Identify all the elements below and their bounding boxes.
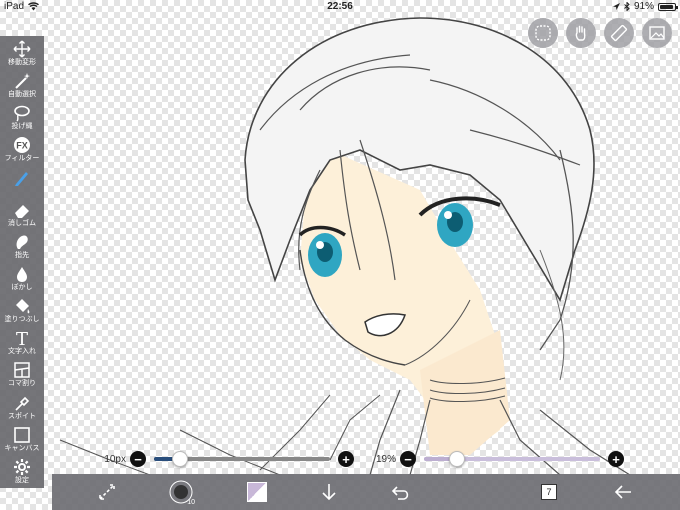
back-button[interactable]: [608, 474, 638, 510]
tool-label: ぼかし: [11, 283, 33, 291]
status-time: 22:56: [327, 1, 353, 12]
brush-preview: 10: [169, 480, 195, 506]
smudge-icon: [16, 235, 28, 249]
opacity-thumb[interactable]: [449, 451, 466, 467]
gallery-button[interactable]: [642, 18, 672, 48]
opacity-track[interactable]: [424, 451, 600, 467]
tool-label: フィルター: [4, 155, 40, 163]
status-bar: iPad 22:56 91%: [0, 0, 680, 14]
tool-move[interactable]: 移動変形: [0, 38, 44, 70]
layers-button[interactable]: 7: [534, 474, 564, 510]
bottom-toolbar: 10 7: [52, 474, 680, 510]
brush-preview-button[interactable]: 10: [166, 474, 196, 510]
gallery-icon: [649, 26, 665, 40]
tool-label: コマ割り: [8, 380, 36, 388]
tool-label: 文字入れ: [8, 348, 36, 356]
location-icon: [612, 2, 620, 10]
opacity-label: 19%: [375, 453, 396, 465]
tool-smudge[interactable]: 指先: [0, 231, 44, 263]
brush-size-plus-button[interactable]: +: [338, 451, 354, 467]
tool-blur-drop[interactable]: ぼかし: [0, 263, 44, 295]
brush-preview-value: 10: [187, 499, 195, 506]
blur-drop-icon: [17, 266, 27, 282]
brush-size-thumb[interactable]: [172, 451, 189, 467]
tool-lasso[interactable]: 投げ縄: [0, 102, 44, 134]
bluetooth-icon: [624, 2, 630, 11]
svg-text:FX: FX: [16, 141, 28, 151]
hand-button[interactable]: [566, 18, 596, 48]
tool-label: スポイト: [8, 412, 36, 420]
magic-wand-icon: [15, 73, 30, 89]
transform-button[interactable]: [92, 474, 122, 510]
pattern-icon: [535, 25, 551, 41]
color-button[interactable]: [242, 474, 272, 510]
move-icon: [13, 40, 31, 58]
tool-eraser[interactable]: 消しゴム: [0, 199, 44, 231]
brush-size-minus-button[interactable]: −: [130, 451, 146, 467]
undo-icon: [391, 486, 409, 500]
ruler-icon: [610, 24, 628, 42]
brush-size-slider: 10px − +: [100, 450, 354, 468]
download-button[interactable]: [314, 474, 344, 510]
back-arrow-icon: [614, 485, 631, 499]
fill-bucket-icon: [16, 299, 30, 314]
opacity-minus-button[interactable]: −: [400, 451, 416, 467]
tool-label: 指先: [15, 251, 29, 259]
opacity-slider: 19% − +: [370, 450, 624, 468]
tool-magic-wand[interactable]: 自動選択: [0, 70, 44, 102]
tool-panel[interactable]: コマ割り: [0, 359, 44, 391]
tool-label: 設定: [15, 476, 29, 484]
layer-count: 7: [546, 487, 552, 497]
transform-arrows-icon: [99, 484, 115, 500]
gear-icon: [14, 458, 30, 475]
tool-label: 自動選択: [8, 91, 36, 99]
status-right: 91%: [612, 1, 678, 12]
tool-label: 移動変形: [8, 59, 36, 66]
tool-label: 消しゴム: [8, 219, 36, 227]
panel-icon: [14, 362, 30, 379]
undo-button[interactable]: [386, 474, 416, 510]
tool-panel: 移動変形自動選択投げ縄 FX フィルターペン消しゴム指先ぼかし塗りつぶし T文字入れコ…: [0, 36, 44, 488]
tool-eyedropper[interactable]: スポイト: [0, 392, 44, 424]
eraser-icon: [15, 204, 29, 218]
tool-fill-bucket[interactable]: 塗りつぶし: [0, 295, 44, 327]
tool-gear[interactable]: 設定: [0, 456, 44, 488]
tool-fx[interactable]: FX フィルター: [0, 134, 44, 166]
canvas-icon: [14, 426, 30, 443]
lasso-icon: [14, 105, 30, 122]
tool-label: ペン: [15, 187, 29, 196]
tool-pen[interactable]: ペン: [0, 167, 44, 199]
pen-icon: [15, 171, 28, 186]
tool-canvas[interactable]: キャンバス: [0, 424, 44, 456]
svg-text:T: T: [16, 329, 28, 347]
brush-size-label: 10px: [104, 453, 126, 465]
tool-label: 塗りつぶし: [4, 316, 40, 324]
layers-icon: 7: [541, 484, 561, 504]
top-right-buttons: [528, 18, 672, 48]
download-arrow-icon: [322, 484, 336, 501]
battery-percent: 91%: [633, 1, 654, 12]
opacity-plus-button[interactable]: +: [608, 451, 624, 467]
brush-size-track[interactable]: [154, 451, 330, 467]
color-swatch-icon: [247, 482, 267, 502]
fx-icon: FX: [14, 137, 30, 154]
battery-icon: [658, 2, 678, 11]
tool-text[interactable]: T 文字入れ: [0, 327, 44, 359]
hand-icon: [575, 25, 586, 41]
ruler-button[interactable]: [604, 18, 634, 48]
pattern-button[interactable]: [528, 18, 558, 48]
text-icon: T: [16, 329, 28, 347]
canvas-artwork[interactable]: [0, 0, 680, 510]
eyedropper-icon: [15, 396, 30, 411]
tool-label: 投げ縄: [11, 123, 33, 131]
tool-label: キャンバス: [4, 444, 40, 452]
